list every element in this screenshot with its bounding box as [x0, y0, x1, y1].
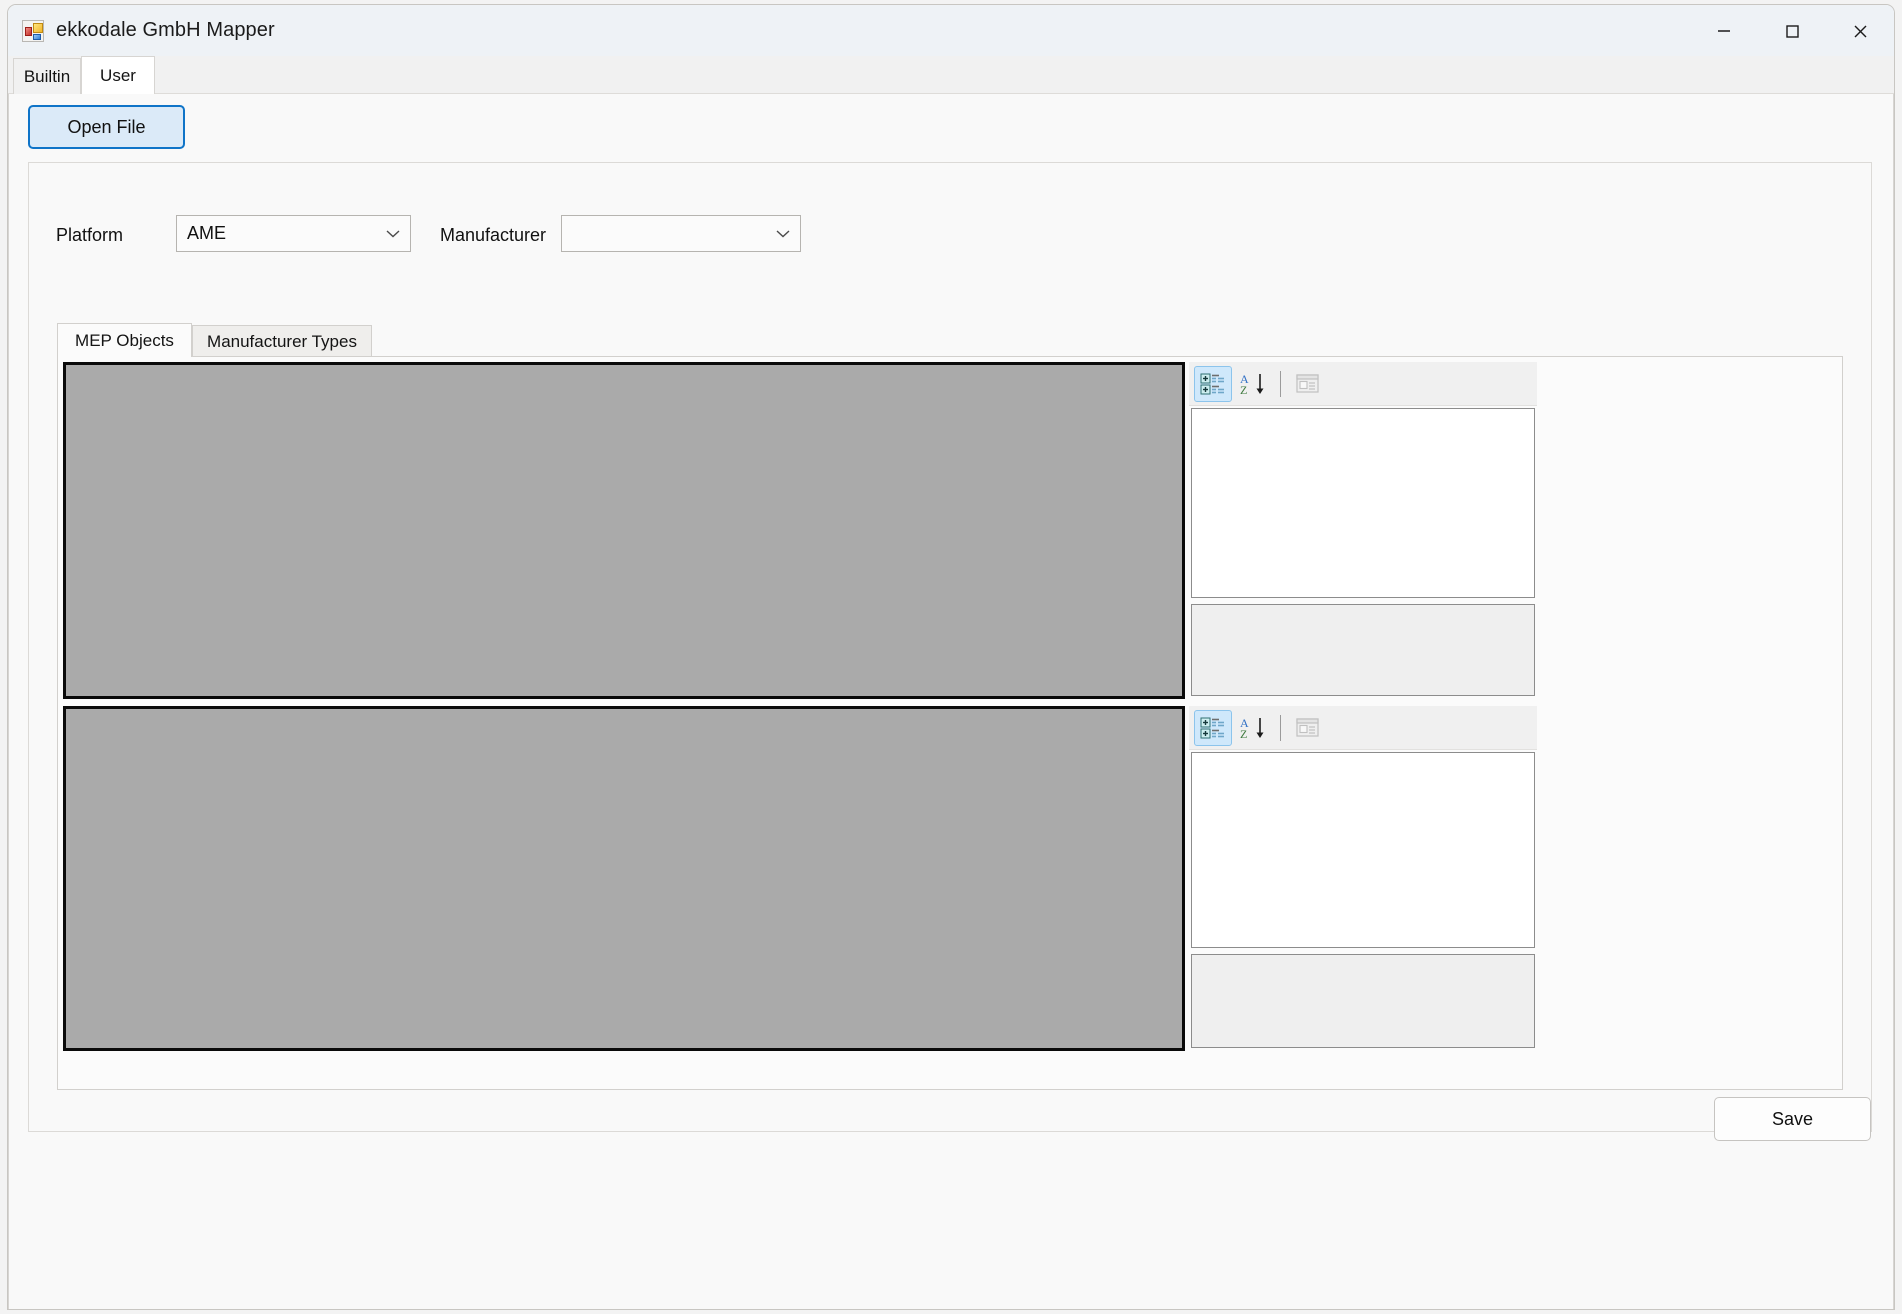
tab-user[interactable]: User [81, 56, 155, 94]
upper-property-grid-description [1191, 604, 1535, 696]
categorized-view-button[interactable] [1194, 709, 1232, 746]
lower-property-grid-rows[interactable] [1191, 752, 1535, 948]
property-pages-button[interactable] [1289, 710, 1327, 746]
save-label: Save [1771, 1108, 1814, 1129]
toolbar-separator [1280, 714, 1281, 741]
mep-objects-upper-list[interactable] [63, 362, 1185, 699]
tab-manufacturer-types-label: Manufacturer Types [207, 331, 357, 351]
lower-property-grid: A Z [1189, 706, 1537, 1051]
tab-manufacturer-types[interactable]: Manufacturer Types [192, 325, 372, 357]
open-file-label: Open File [67, 116, 146, 137]
chevron-down-icon [376, 229, 410, 238]
categorized-view-icon [1200, 717, 1224, 738]
alphabetical-sort-icon: A Z [1240, 372, 1264, 396]
maximize-button[interactable] [1758, 5, 1826, 56]
tab-page-mep-objects: A Z A Z [57, 356, 1843, 1090]
toolbar-separator [1280, 370, 1281, 397]
manufacturer-label: Manufacturer [440, 225, 547, 245]
property-pages-icon [1296, 373, 1319, 393]
open-file-button[interactable]: Open File [28, 105, 185, 149]
upper-property-grid-rows[interactable] [1191, 408, 1535, 598]
app-root: ekkodale GmbH Mapper Builtin User Open F… [0, 0, 1902, 1314]
maximize-icon [1786, 24, 1799, 38]
svg-text:Z: Z [1240, 383, 1247, 396]
close-icon [1854, 25, 1867, 37]
tab-page-user: Open File Platform AME Manufacturer MEP … [8, 94, 1894, 1309]
alphabetical-sort-icon: A Z [1240, 716, 1264, 740]
alphabetical-sort-button[interactable]: A Z [1234, 710, 1272, 746]
platform-combobox[interactable]: AME [176, 215, 411, 252]
title-bar: ekkodale GmbH Mapper [8, 5, 1894, 56]
property-pages-icon [1296, 717, 1319, 737]
inner-tabstrip: MEP Objects Manufacturer Types [57, 323, 1843, 357]
platform-combobox-value: AME [187, 223, 227, 243]
close-button[interactable] [1826, 5, 1894, 56]
minimize-icon [1718, 29, 1730, 32]
title-bar-left: ekkodale GmbH Mapper [22, 5, 275, 56]
platform-label: Platform [56, 225, 124, 245]
upper-property-grid: A Z [1189, 362, 1537, 699]
svg-text:Z: Z [1240, 727, 1247, 740]
tab-builtin-label: Builtin [23, 66, 71, 86]
alphabetical-sort-button[interactable]: A Z [1234, 366, 1272, 402]
manufacturer-combobox[interactable] [561, 215, 801, 252]
save-button[interactable]: Save [1714, 1097, 1871, 1141]
mep-objects-lower-list[interactable] [63, 706, 1185, 1051]
property-pages-button[interactable] [1289, 366, 1327, 402]
minimize-button[interactable] [1690, 5, 1758, 56]
outer-tabstrip: Builtin User [8, 56, 1894, 94]
window-controls [1690, 5, 1894, 56]
categorized-view-icon [1200, 373, 1224, 394]
windows-forms-app-icon [22, 19, 44, 42]
application-window: ekkodale GmbH Mapper Builtin User Open F… [7, 4, 1895, 1310]
tab-builtin[interactable]: Builtin [13, 58, 81, 94]
window-title: ekkodale GmbH Mapper [56, 19, 275, 41]
tab-mep-objects-label: MEP Objects [75, 330, 174, 350]
lower-property-grid-toolbar: A Z [1189, 706, 1537, 750]
categorized-view-button[interactable] [1194, 365, 1232, 402]
tab-user-label: User [100, 65, 136, 85]
lower-property-grid-description [1191, 954, 1535, 1048]
upper-property-grid-toolbar: A Z [1189, 362, 1537, 406]
chevron-down-icon [766, 229, 800, 238]
tab-mep-objects[interactable]: MEP Objects [57, 323, 192, 357]
mapper-group-panel: Platform AME Manufacturer MEP Objects Ma… [28, 162, 1872, 1132]
